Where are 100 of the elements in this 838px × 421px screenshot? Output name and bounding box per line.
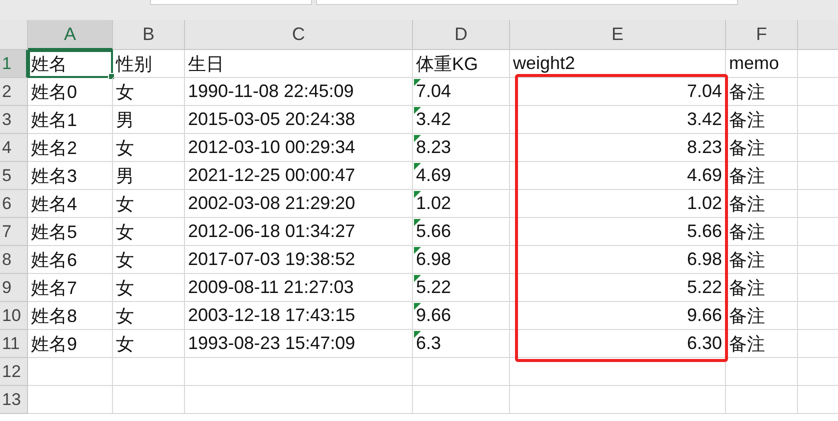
table-cell: 女 [113, 302, 185, 330]
table-cell: 姓名1 [28, 106, 113, 134]
table-cell: 5.66 [510, 218, 726, 246]
error-indicator-icon [414, 107, 421, 114]
table-cell: 2012-06-18 01:34:27 [185, 218, 413, 246]
table-cell: 8.23 [510, 134, 726, 162]
table-cell [113, 386, 185, 414]
table-cell: 备注 [726, 274, 798, 302]
table-cell: 女 [113, 78, 185, 106]
table-cell: 备注 [726, 330, 798, 358]
column-header[interactable]: E [510, 20, 726, 50]
table-cell: weight2 [510, 50, 726, 78]
table-cell: 6.98 [413, 246, 510, 274]
row-header[interactable]: 5 [0, 162, 28, 190]
row-header[interactable]: 13 [0, 386, 28, 414]
table-cell: 女 [113, 190, 185, 218]
table-cell: 9.66 [413, 302, 510, 330]
error-indicator-icon [414, 219, 421, 226]
row-header[interactable]: 2 [0, 78, 28, 106]
table-cell: 女 [113, 218, 185, 246]
error-indicator-icon [414, 191, 421, 198]
table-cell: 2017-07-03 19:38:52 [185, 246, 413, 274]
table-cell: 生日 [185, 50, 413, 78]
column-header[interactable]: B [113, 20, 185, 50]
table-cell [726, 358, 798, 386]
table-cell: 1.02 [413, 190, 510, 218]
table-cell: 4.69 [413, 162, 510, 190]
table-cell: 姓名5 [28, 218, 113, 246]
table-cell: 1993-08-23 15:47:09 [185, 330, 413, 358]
row-header[interactable]: 7 [0, 218, 28, 246]
column-header[interactable]: D [413, 20, 510, 50]
table-cell: 男 [113, 106, 185, 134]
table-cell: 7.04 [413, 78, 510, 106]
table-cell: 4.69 [510, 162, 726, 190]
row-header[interactable]: 6 [0, 190, 28, 218]
table-cell: 备注 [726, 218, 798, 246]
error-indicator-icon [414, 135, 421, 142]
table-cell: 备注 [726, 78, 798, 106]
row-header[interactable]: 8 [0, 246, 28, 274]
row-header[interactable]: 12 [0, 358, 28, 386]
table-cell: 备注 [726, 246, 798, 274]
error-indicator-icon [414, 275, 421, 282]
table-cell: 女 [113, 246, 185, 274]
table-cell: 6.30 [510, 330, 726, 358]
table-cell: 性别 [113, 50, 185, 78]
column-header[interactable]: C [185, 20, 413, 50]
table-cell: 女 [113, 330, 185, 358]
table-cell: 7.04 [510, 78, 726, 106]
table-cell: 2003-12-18 17:43:15 [185, 302, 413, 330]
table-cell: 1990-11-08 22:45:09 [185, 78, 413, 106]
table-cell: 备注 [726, 190, 798, 218]
table-cell: 姓名 [28, 50, 113, 78]
table-cell [726, 386, 798, 414]
table-cell: 姓名6 [28, 246, 113, 274]
error-indicator-icon [414, 303, 421, 310]
row-header[interactable]: 11 [0, 330, 28, 358]
table-cell: 2015-03-05 20:24:38 [185, 106, 413, 134]
table-cell: 2021-12-25 00:00:47 [185, 162, 413, 190]
select-all-corner[interactable] [0, 20, 28, 50]
column-header[interactable]: F [726, 20, 798, 50]
error-indicator-icon [414, 163, 421, 170]
row-header[interactable]: 3 [0, 106, 28, 134]
table-cell: 姓名4 [28, 190, 113, 218]
error-indicator-icon [414, 331, 421, 338]
column-header[interactable]: A [28, 20, 113, 50]
table-cell: 备注 [726, 106, 798, 134]
table-cell: 男 [113, 162, 185, 190]
table-cell: 姓名2 [28, 134, 113, 162]
error-indicator-icon [414, 247, 421, 254]
row-header[interactable]: 4 [0, 134, 28, 162]
row-header[interactable]: 1 [0, 50, 28, 78]
table-cell: 2009-08-11 21:27:03 [185, 274, 413, 302]
table-cell: 女 [113, 274, 185, 302]
table-cell: 8.23 [413, 134, 510, 162]
table-cell: 姓名3 [28, 162, 113, 190]
table-cell: 9.66 [510, 302, 726, 330]
table-cell: 6.3 [413, 330, 510, 358]
table-cell [113, 358, 185, 386]
table-cell: 备注 [726, 302, 798, 330]
table-cell: memo [726, 50, 798, 78]
table-cell: 女 [113, 134, 185, 162]
table-cell: 1.02 [510, 190, 726, 218]
table-cell: 6.98 [510, 246, 726, 274]
table-cell: 姓名8 [28, 302, 113, 330]
table-cell: 2002-03-08 21:29:20 [185, 190, 413, 218]
table-cell: 姓名0 [28, 78, 113, 106]
table-cell: 3.42 [413, 106, 510, 134]
table-cell: 5.22 [510, 274, 726, 302]
row-header[interactable]: 9 [0, 274, 28, 302]
row-header[interactable]: 10 [0, 302, 28, 330]
table-cell: 3.42 [510, 106, 726, 134]
table-cell: 姓名7 [28, 274, 113, 302]
table-cell: 姓名9 [28, 330, 113, 358]
table-cell: 5.66 [413, 218, 510, 246]
table-cell: 体重KG [413, 50, 510, 78]
table-cell: 2012-03-10 00:29:34 [185, 134, 413, 162]
table-cell: 备注 [726, 134, 798, 162]
table-cell: 备注 [726, 162, 798, 190]
table-cell: 5.22 [413, 274, 510, 302]
error-indicator-icon [414, 79, 421, 86]
